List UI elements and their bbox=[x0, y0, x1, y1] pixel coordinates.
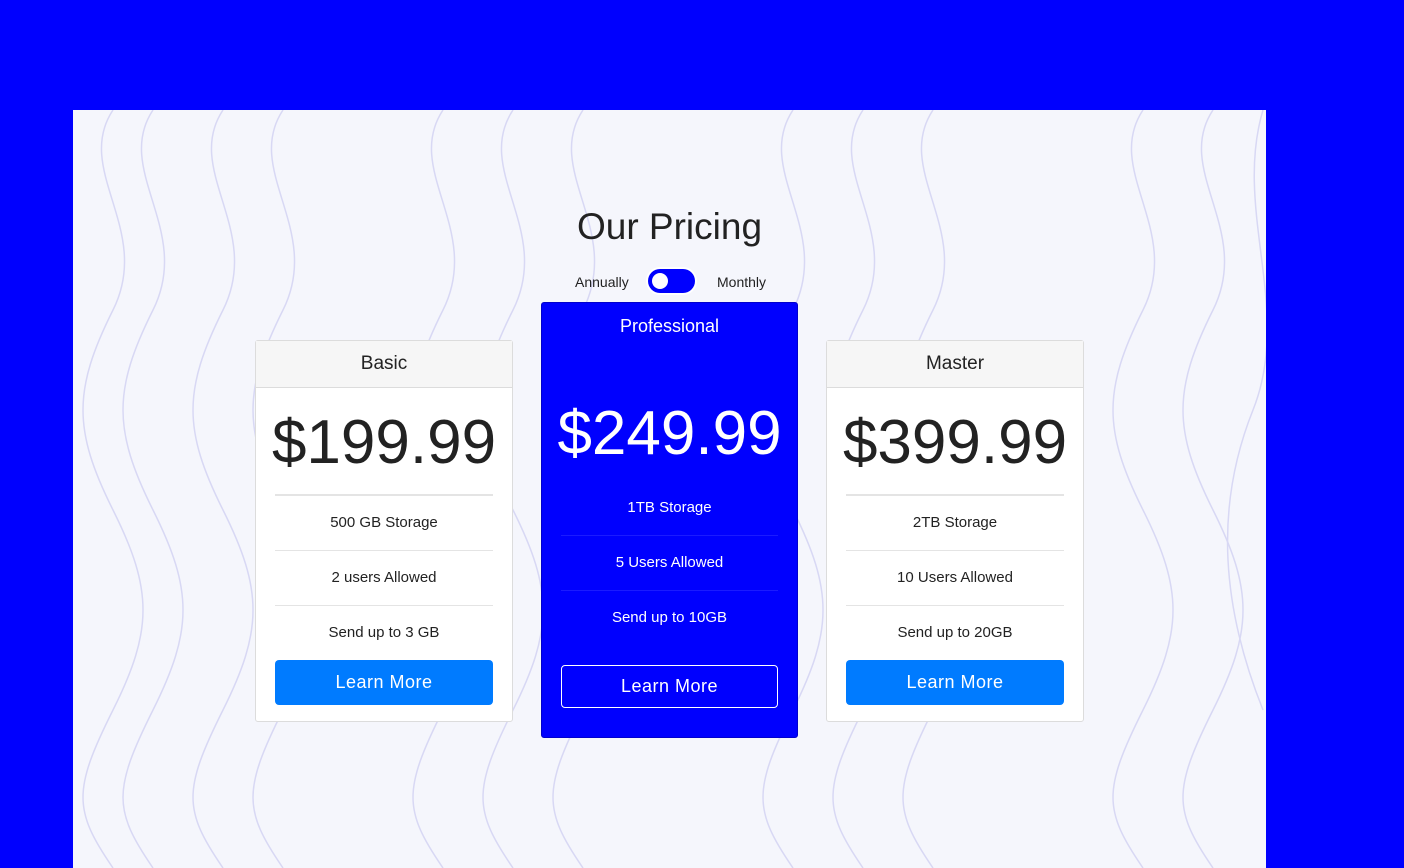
plan-price: $399.99 bbox=[842, 408, 1068, 477]
plan-price: $199.99 bbox=[271, 408, 497, 477]
toggle-label-annually: Annually bbox=[575, 274, 629, 290]
feature-item: Send up to 10GB bbox=[611, 609, 728, 626]
feature-item: Send up to 3 GB bbox=[328, 624, 440, 641]
toggle-knob bbox=[652, 273, 668, 289]
feature-item: Send up to 20GB bbox=[897, 624, 1013, 641]
feature-item: 2TB Storage bbox=[846, 496, 1064, 551]
pricing-section: Our Pricing Annually Monthly Basic $199.… bbox=[73, 110, 1266, 868]
feature-item: 500 GB Storage bbox=[275, 496, 493, 551]
feature-list: 500 GB Storage 2 users Allowed Send up t… bbox=[275, 494, 493, 660]
feature-item: 1TB Storage bbox=[561, 481, 778, 536]
feature-list: 1TB Storage 5 Users Allowed Send up to 1… bbox=[561, 481, 778, 645]
learn-more-button[interactable]: Learn More bbox=[561, 665, 778, 708]
plan-name: Professional bbox=[619, 316, 720, 336]
feature-item: 5 Users Allowed bbox=[561, 536, 778, 591]
billing-toggle-row: Annually Monthly bbox=[73, 268, 1266, 296]
plan-name: Master bbox=[827, 341, 1083, 388]
feature-item: 10 Users Allowed bbox=[846, 551, 1064, 606]
plan-price: $249.99 bbox=[557, 399, 782, 468]
plan-card-master: Master $399.99 2TB Storage 10 Users Allo… bbox=[826, 340, 1084, 722]
feature-item: 2 users Allowed bbox=[275, 551, 493, 606]
plan-card-basic: Basic $199.99 500 GB Storage 2 users All… bbox=[255, 340, 513, 722]
toggle-label-monthly: Monthly bbox=[717, 274, 767, 290]
plan-name: Basic bbox=[256, 341, 512, 388]
learn-more-button[interactable]: Learn More bbox=[846, 660, 1064, 705]
feature-list: 2TB Storage 10 Users Allowed Send up to … bbox=[846, 494, 1064, 660]
billing-period-toggle[interactable] bbox=[648, 269, 695, 293]
page-title: Our Pricing bbox=[576, 206, 763, 247]
plan-card-professional: Professional $249.99 1TB Storage 5 Users… bbox=[541, 302, 798, 738]
learn-more-button[interactable]: Learn More bbox=[275, 660, 493, 705]
